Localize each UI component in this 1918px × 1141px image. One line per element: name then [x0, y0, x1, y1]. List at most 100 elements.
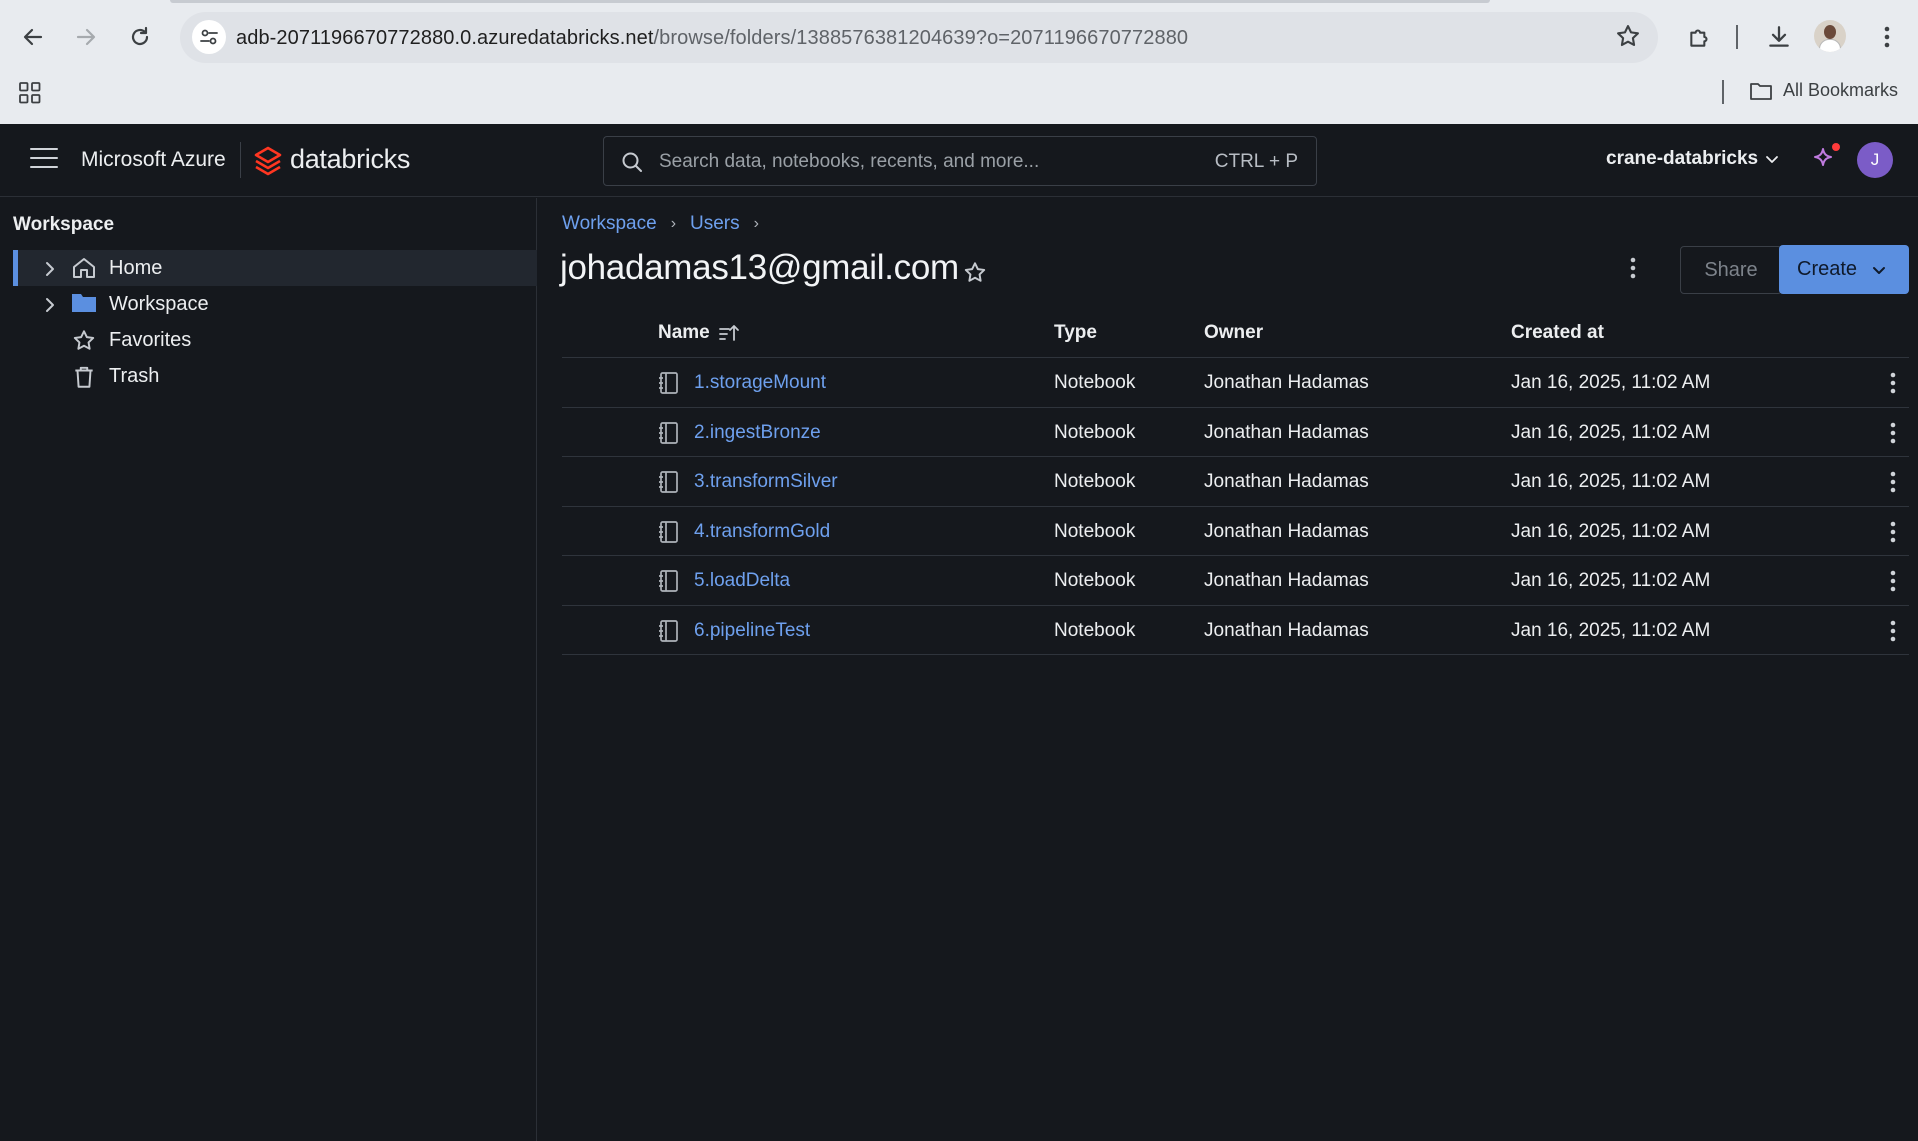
kebab-icon — [1890, 521, 1896, 542]
row-type: Notebook — [1054, 520, 1136, 542]
notebook-name-link[interactable]: 2.ingestBronze — [694, 422, 821, 444]
apps-grid-icon — [19, 82, 41, 104]
chevron-right-icon[interactable] — [43, 260, 57, 283]
breadcrumb: Workspace › Users › — [562, 213, 759, 235]
apps-button[interactable] — [10, 73, 50, 113]
forward-button[interactable] — [66, 17, 106, 57]
notification-dot — [1832, 143, 1840, 151]
notebook-icon — [658, 569, 680, 599]
chrome-profile-avatar[interactable] — [1814, 20, 1846, 52]
create-button[interactable]: Create — [1779, 245, 1909, 294]
kebab-icon — [1890, 372, 1896, 394]
breadcrumb-users-link[interactable]: Users — [690, 213, 740, 235]
menu-toggle-button[interactable] — [30, 148, 58, 172]
bookmark-star-button[interactable] — [1614, 22, 1642, 55]
row-created-at: Jan 16, 2025, 11:02 AM — [1511, 619, 1711, 641]
notebook-icon — [658, 371, 680, 401]
reload-icon — [131, 26, 149, 46]
row-actions-menu-button[interactable] — [1889, 470, 1897, 500]
notebook-icon — [658, 421, 680, 451]
sidebar-title: Workspace — [13, 214, 115, 235]
notebook-name-link[interactable]: 6.pipelineTest — [694, 620, 810, 642]
kebab-icon — [1890, 471, 1896, 493]
sidebar-item-favorites[interactable]: Favorites — [13, 322, 537, 358]
global-search-input[interactable]: Search data, notebooks, recents, and mor… — [603, 136, 1317, 186]
row-actions-menu-button[interactable] — [1889, 371, 1897, 401]
chevron-right-icon: › — [753, 215, 759, 232]
search-icon — [620, 150, 644, 179]
row-actions-menu-button[interactable] — [1889, 421, 1897, 451]
workspace-name: crane-databricks — [1606, 148, 1759, 169]
assistant-button[interactable] — [1810, 143, 1840, 177]
user-avatar[interactable]: J — [1857, 142, 1893, 178]
url-text[interactable]: adb-2071196670772880.0.azuredatabricks.n… — [236, 27, 1188, 50]
sidebar-item-home[interactable]: Home — [13, 250, 537, 286]
back-button[interactable] — [13, 17, 53, 57]
sidebar-item-label: Workspace — [109, 293, 209, 315]
extensions-button[interactable] — [1680, 17, 1720, 57]
bookmarks-divider — [1722, 80, 1724, 104]
column-header-created[interactable]: Created at — [1511, 322, 1604, 344]
column-header-name[interactable]: Name — [658, 322, 740, 344]
folder-actions-menu-button[interactable] — [1629, 256, 1637, 285]
url-path: /browse/folders/1388576381204639?o=20711… — [653, 27, 1189, 49]
column-header-type[interactable]: Type — [1054, 322, 1097, 344]
notebook-name-link[interactable]: 5.loadDelta — [694, 570, 790, 592]
kebab-icon — [1890, 570, 1896, 592]
chevron-down-icon — [1873, 266, 1886, 274]
row-actions-menu-button[interactable] — [1889, 520, 1897, 550]
notebook-icon — [658, 619, 680, 649]
notebook-name-link[interactable]: 3.transformSilver — [694, 471, 838, 493]
sparkle-icon — [1814, 148, 1832, 166]
star-icon — [964, 262, 986, 282]
table-row[interactable]: 5.loadDelta Notebook Jonathan Hadamas Jan 1… — [562, 556, 1909, 606]
row-type: Notebook — [1054, 570, 1136, 591]
notebook-icon — [658, 520, 680, 550]
row-created-at: Jan 16, 2025, 11:02 AM — [1511, 471, 1711, 492]
table-row[interactable]: 2.ingestBronze Notebook Jonathan Hadamas Ja… — [562, 408, 1909, 457]
microsoft-azure-label: Microsoft Azure — [81, 148, 226, 171]
notebook-name-link[interactable]: 1.storageMount — [694, 372, 826, 394]
address-bar[interactable]: adb-2071196670772880.0.azuredatabricks.n… — [180, 12, 1658, 63]
trash-icon — [71, 364, 97, 396]
workspace-file-table: Name Type Owner Created at 1.storageMoun… — [562, 312, 1909, 655]
favorite-star-button[interactable] — [962, 260, 988, 291]
notebook-name-link[interactable]: 4.transformGold — [694, 521, 830, 543]
share-button[interactable]: Share — [1680, 246, 1782, 294]
column-header-owner[interactable]: Owner — [1204, 322, 1263, 344]
tab-strip — [170, 0, 1490, 3]
workspace-switcher[interactable]: crane-databricks — [1606, 148, 1780, 170]
table-row[interactable]: 4.transformGold Notebook Jonathan Hadamas J… — [562, 507, 1909, 556]
chrome-menu-button[interactable] — [1867, 17, 1907, 57]
row-owner: Jonathan Hadamas — [1204, 619, 1369, 641]
breadcrumb-workspace-link[interactable]: Workspace — [562, 213, 657, 235]
table-row[interactable]: 3.transformSilver Notebook Jonathan Hadama… — [562, 457, 1909, 507]
all-bookmarks-button[interactable]: All Bookmarks — [1749, 80, 1898, 101]
row-owner: Jonathan Hadamas — [1204, 570, 1369, 591]
chevron-right-icon[interactable] — [43, 296, 57, 319]
download-icon — [1769, 26, 1789, 47]
search-placeholder: Search data, notebooks, recents, and mor… — [659, 151, 1040, 172]
row-owner: Jonathan Hadamas — [1204, 471, 1369, 492]
row-actions-menu-button[interactable] — [1889, 569, 1897, 599]
folder-icon — [71, 292, 97, 320]
row-created-at: Jan 16, 2025, 11:02 AM — [1511, 520, 1711, 542]
page-title: johadamas13@gmail.com — [560, 248, 959, 287]
arrow-right-icon — [76, 28, 96, 46]
home-icon — [71, 256, 97, 286]
databricks-wordmark[interactable]: databricks — [290, 144, 410, 175]
reload-button[interactable] — [120, 17, 160, 57]
site-info-button[interactable] — [192, 20, 226, 54]
workspace-sidebar: Workspace Home Workspace Favorites Trash — [0, 198, 537, 1141]
search-shortcut-hint: CTRL + P — [1214, 151, 1298, 172]
row-actions-menu-button[interactable] — [1889, 619, 1897, 649]
sidebar-item-trash[interactable]: Trash — [13, 358, 537, 394]
table-row[interactable]: 6.pipelineTest Notebook Jonathan Hadamas Ja… — [562, 606, 1909, 655]
table-row[interactable]: 1.storageMount Notebook Jonathan Hadamas Ja… — [562, 358, 1909, 408]
sidebar-item-workspace[interactable]: Workspace — [13, 286, 537, 322]
downloads-button[interactable] — [1759, 17, 1799, 57]
tune-icon — [200, 29, 218, 45]
row-created-at: Jan 16, 2025, 11:02 AM — [1511, 372, 1711, 393]
kebab-icon — [1890, 620, 1896, 641]
databricks-logo-icon[interactable] — [254, 146, 282, 181]
